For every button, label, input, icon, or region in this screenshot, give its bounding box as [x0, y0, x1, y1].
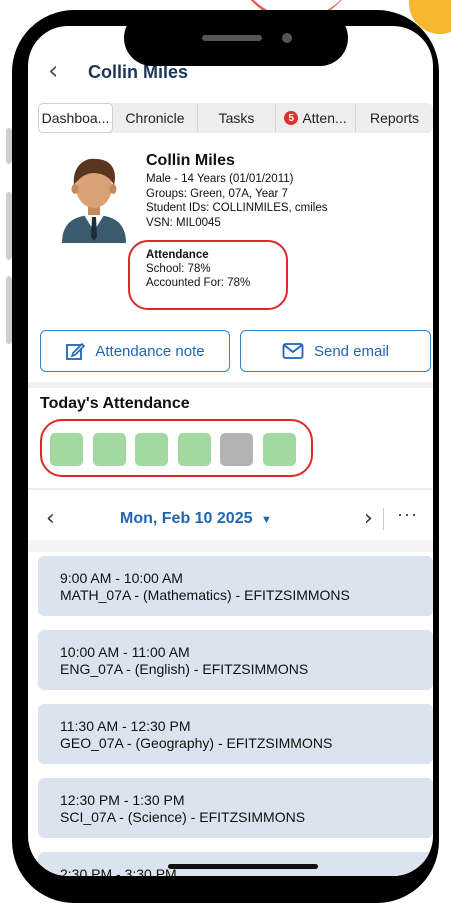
button-label: Attendance note — [95, 342, 205, 360]
tab-tasks[interactable]: Tasks — [198, 103, 276, 133]
detail-line: Male - 14 Years (01/01/2011) — [146, 173, 294, 185]
highlight-ring — [128, 240, 288, 310]
lesson-time: 10:00 AM - 11:00 AM — [60, 644, 190, 660]
button-label: Send email — [313, 342, 390, 360]
lesson-time: 12:30 PM - 1:30 PM — [60, 792, 185, 808]
tab-chronicle[interactable]: Chronicle — [113, 103, 198, 133]
caret-down-icon: ▼ — [260, 514, 272, 526]
student-name: Collin Miles — [146, 152, 235, 169]
speaker-grille — [202, 35, 262, 41]
detail-line: Student IDs: COLLINMILES, cmiles — [146, 202, 328, 214]
schedule-item[interactable]: 12:30 PM - 1:30 PM SCI_07A - (Science) -… — [38, 778, 433, 838]
tab-label: Atten... — [302, 110, 347, 126]
attendance-mark-present[interactable] — [262, 433, 296, 466]
lesson-detail: ENG_07A - (English) - EFITZSIMMONS — [60, 661, 309, 677]
next-day-chevron-icon[interactable]: › — [364, 506, 373, 531]
mail-icon — [282, 343, 304, 359]
back-chevron-icon[interactable]: ‹ — [48, 56, 58, 86]
attendance-mark-present[interactable] — [177, 433, 211, 466]
schedule-item[interactable]: 11:30 AM - 12:30 PM GEO_07A - (Geography… — [38, 704, 433, 764]
lesson-time: 11:30 AM - 12:30 PM — [60, 718, 191, 734]
lesson-time: 9:00 AM - 10:00 AM — [60, 570, 183, 586]
attendance-mark-present[interactable] — [92, 433, 126, 466]
todays-attendance-heading: Today's Attendance — [40, 395, 190, 412]
section-divider — [28, 540, 433, 552]
lesson-detail: GEO_07A - (Geography) - EFITZSIMMONS — [60, 735, 333, 751]
edit-note-icon — [66, 342, 86, 360]
attendance-mark-absent[interactable] — [220, 433, 253, 466]
lesson-detail: MATH_07A - (Mathematics) - EFITZSIMMONS — [60, 587, 350, 603]
student-details: Male - 14 Years (01/01/2011) Groups: Gre… — [146, 172, 328, 230]
lesson-detail: SCI_07A - (Science) - EFITZSIMMONS — [60, 809, 306, 825]
detail-line: Groups: Green, 07A, Year 7 — [146, 187, 288, 200]
detail-line: VSN: MIL0045 — [146, 216, 221, 229]
phone-screen: ‹ Collin Miles Dashboa... Chronicle Task… — [28, 26, 433, 876]
schedule-item[interactable]: 9:00 AM - 10:00 AM MATH_07A - (Mathemati… — [38, 556, 433, 616]
tab-attendance[interactable]: 5 Atten... — [276, 103, 356, 133]
more-options-icon[interactable]: ··· — [397, 504, 418, 525]
tab-label: Dashboa... — [41, 110, 110, 126]
front-camera — [282, 33, 292, 43]
previous-day-chevron-icon[interactable]: ‹ — [46, 506, 55, 531]
current-date: Mon, Feb 10 2025 — [120, 510, 253, 527]
camera-notch — [124, 10, 348, 66]
date-selector[interactable]: Mon, Feb 10 2025 ▼ — [120, 510, 272, 528]
send-email-button[interactable]: Send email — [240, 330, 431, 372]
attendance-mark-present[interactable] — [135, 433, 168, 466]
tab-label: Chronicle — [125, 110, 185, 126]
tab-reports[interactable]: Reports — [356, 103, 433, 133]
tab-label: Reports — [369, 110, 420, 126]
tab-dashboard[interactable]: Dashboa... — [38, 103, 113, 133]
schedule-item[interactable]: 10:00 AM - 11:00 AM ENG_07A - (English) … — [38, 630, 433, 690]
section-divider — [28, 382, 433, 388]
avatar — [62, 158, 126, 243]
notification-badge: 5 — [284, 111, 299, 125]
tab-bar: Dashboa... Chronicle Tasks 5 Atten... Re… — [38, 103, 433, 133]
home-indicator[interactable] — [168, 864, 318, 869]
divider — [383, 508, 384, 530]
section-divider — [28, 488, 433, 490]
tab-label: Tasks — [218, 110, 255, 126]
attendance-mark-present[interactable] — [50, 433, 83, 466]
attendance-note-button[interactable]: Attendance note — [40, 330, 230, 372]
